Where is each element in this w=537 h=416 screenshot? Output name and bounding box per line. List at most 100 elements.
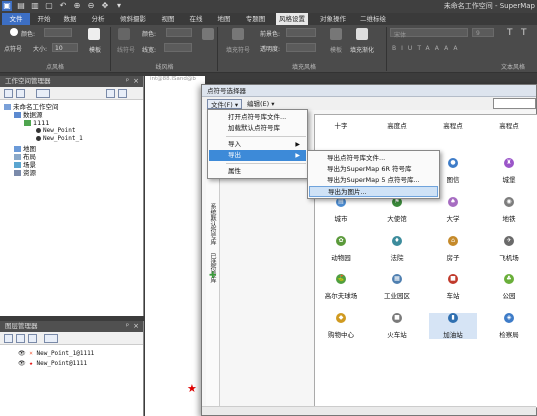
symbol-cell[interactable]: ✿ 动物园 bbox=[317, 236, 365, 262]
close-icon[interactable]: × bbox=[133, 321, 139, 332]
symbol-search-input[interactable] bbox=[493, 98, 536, 109]
fill-symbol-label[interactable]: 填充符号 bbox=[226, 45, 250, 54]
add-icon[interactable]: ✚ bbox=[209, 271, 217, 281]
tree-item-datasources[interactable]: 数据源 bbox=[14, 111, 43, 119]
font-family-select[interactable]: 宋体 bbox=[390, 28, 468, 39]
tab-start[interactable]: 开始 bbox=[34, 13, 54, 25]
symbol-cell[interactable]: 高程点 bbox=[485, 120, 533, 130]
tab-online[interactable]: 在线 bbox=[186, 13, 206, 25]
symbol-cell[interactable]: 高度点 bbox=[373, 120, 421, 130]
menu-item-export-image[interactable]: 导出为图片... bbox=[309, 186, 438, 197]
symbol-cell[interactable]: ⚑ 大使馆 bbox=[373, 197, 421, 223]
menu-item-export-sm5[interactable]: 导出为SuperMap 5 点符号库... bbox=[309, 175, 438, 186]
zoom-out-icon[interactable]: ⊖ bbox=[86, 1, 96, 11]
symbol-cell[interactable]: ◈ 检察局 bbox=[485, 313, 533, 339]
tab-data[interactable]: 数据 bbox=[60, 13, 80, 25]
search-icon[interactable] bbox=[44, 334, 58, 343]
menu-item-load-default[interactable]: 加载默认点符号库 bbox=[209, 123, 306, 134]
point-color-icon[interactable] bbox=[10, 28, 18, 36]
symbol-cell[interactable]: ✈ 飞机场 bbox=[485, 236, 533, 262]
symbol-cell[interactable]: ◆ 购物中心 bbox=[317, 313, 365, 339]
search-icon[interactable] bbox=[36, 89, 50, 98]
layer-item[interactable]: 👁 × New_Point_1@1111 bbox=[18, 350, 94, 358]
menu-item-export-6r[interactable]: 导出为SuperMap 6R 符号库 bbox=[309, 164, 438, 175]
line-color-picker[interactable] bbox=[166, 28, 192, 37]
symbol-cell[interactable]: ⛳ 高尔夫球场 bbox=[317, 274, 365, 300]
symbol-cell[interactable]: 十字 bbox=[317, 120, 365, 130]
tab-map[interactable]: 地图 bbox=[214, 13, 234, 25]
line-width-input[interactable] bbox=[164, 43, 192, 52]
tree-item-workspace[interactable]: 未命名工作空间 bbox=[4, 103, 59, 111]
new-datasource-icon[interactable] bbox=[16, 89, 25, 98]
tree-item-resources[interactable]: 资源 bbox=[14, 169, 36, 177]
menu-item-export[interactable]: 导出 ▶ bbox=[209, 150, 306, 161]
star-point-feature[interactable]: ★ bbox=[187, 383, 197, 394]
symbol-cell[interactable]: ♦ 法院 bbox=[373, 236, 421, 262]
undo-icon[interactable]: ↶ bbox=[58, 1, 68, 11]
layer-tool-icon[interactable] bbox=[16, 334, 25, 343]
menu-item-import[interactable]: 导入 ▶ bbox=[209, 139, 306, 150]
layer-tool-icon[interactable] bbox=[4, 334, 13, 343]
tab-view[interactable]: 视图 bbox=[158, 13, 178, 25]
tab-thematic[interactable]: 专题图 bbox=[242, 13, 269, 25]
symbol-cell[interactable]: ♠ 大学 bbox=[429, 197, 477, 223]
tree-item-scenes[interactable]: 场景 bbox=[14, 161, 36, 169]
move-down-icon[interactable] bbox=[118, 89, 127, 98]
gradient-label[interactable]: 填充渐化 bbox=[350, 45, 374, 54]
point-size-input[interactable]: 10 bbox=[52, 43, 78, 52]
move-up-icon[interactable] bbox=[106, 89, 115, 98]
tree-item-new-point[interactable]: New_Point bbox=[36, 127, 76, 135]
pin-icon[interactable]: ᵖ bbox=[126, 76, 129, 87]
tree-item-maps[interactable]: 地图 bbox=[14, 145, 36, 153]
map-canvas[interactable] bbox=[145, 76, 205, 416]
tab-oblique[interactable]: 倾斜摄影 bbox=[116, 13, 150, 25]
tab-analysis[interactable]: 分析 bbox=[88, 13, 108, 25]
point-style-icon[interactable] bbox=[88, 28, 100, 40]
symbol-cell[interactable]: ♜ 城堡 bbox=[485, 158, 533, 184]
opacity-input[interactable] bbox=[286, 43, 316, 52]
text-type-icon-2[interactable]: T bbox=[521, 28, 527, 38]
fore-color-picker[interactable] bbox=[286, 28, 316, 37]
symbol-cell[interactable]: ⌂ 房子 bbox=[429, 236, 477, 262]
fill-template-icon[interactable] bbox=[330, 28, 342, 40]
open-datasource-icon[interactable] bbox=[4, 89, 13, 98]
font-size-select[interactable]: 9 bbox=[472, 28, 494, 37]
tab-style-settings[interactable]: 风格设置 bbox=[276, 13, 308, 25]
line-symbol-label[interactable]: 线符号 bbox=[117, 45, 135, 54]
zoom-in-icon[interactable]: ⊕ bbox=[72, 1, 82, 11]
symbol-cell[interactable]: ♣ 公园 bbox=[485, 274, 533, 300]
symbol-cell[interactable]: ▤ 城市 bbox=[317, 197, 365, 223]
text-type-icon[interactable]: T bbox=[507, 28, 513, 38]
close-icon[interactable]: × bbox=[133, 76, 139, 87]
visible-eye-icon[interactable]: 👁 bbox=[18, 360, 26, 367]
symbol-cell[interactable]: ▮ 加油站 bbox=[429, 313, 477, 339]
tab-file[interactable]: 文件 bbox=[2, 13, 30, 25]
tab-object-ops[interactable]: 对象操作 bbox=[316, 13, 350, 25]
gradient-icon[interactable] bbox=[356, 28, 368, 40]
layer-tool-icon[interactable] bbox=[28, 334, 37, 343]
point-color-picker[interactable] bbox=[44, 28, 72, 37]
point-symbol-label[interactable]: 点符号 bbox=[4, 44, 22, 53]
visible-eye-icon[interactable]: 👁 bbox=[18, 350, 26, 357]
dropdown-icon[interactable]: ▾ bbox=[114, 1, 124, 11]
symbol-cell[interactable]: 高程点 bbox=[429, 120, 477, 130]
pan-icon[interactable]: ✥ bbox=[100, 1, 110, 11]
symbol-cell[interactable]: ■ 火车站 bbox=[373, 313, 421, 339]
dialog-file-menu[interactable]: 文件(F) ▾ bbox=[207, 99, 243, 109]
open-icon[interactable]: ▥ bbox=[30, 1, 40, 11]
new-icon[interactable]: ▢ bbox=[44, 1, 54, 11]
tree-item-1111[interactable]: 1111 bbox=[24, 119, 50, 127]
fill-template-label[interactable]: 模板 bbox=[330, 45, 342, 54]
text-format-buttons[interactable]: BIUTAAAA bbox=[392, 45, 462, 52]
map-window-tab[interactable]: int@88.ISand@b bbox=[150, 76, 196, 84]
dialog-edit-menu[interactable]: 编辑(E) ▾ bbox=[244, 99, 278, 109]
system-library-tab[interactable]: 系统默认符号库 bbox=[208, 203, 217, 245]
fill-symbol-icon[interactable] bbox=[232, 28, 244, 40]
symbol-cell[interactable]: ▦ 工业园区 bbox=[373, 274, 421, 300]
tree-item-new-point-1[interactable]: New_Point_1 bbox=[36, 135, 83, 143]
layer-item[interactable]: 👁 ★ New_Point@1111 bbox=[18, 360, 87, 368]
menu-item-open-library[interactable]: 打开点符号库文件... bbox=[209, 112, 306, 123]
tab-plotting[interactable]: 二维标绘 bbox=[356, 13, 390, 25]
line-color-icon[interactable] bbox=[118, 28, 130, 40]
line-template-icon[interactable] bbox=[202, 28, 214, 40]
